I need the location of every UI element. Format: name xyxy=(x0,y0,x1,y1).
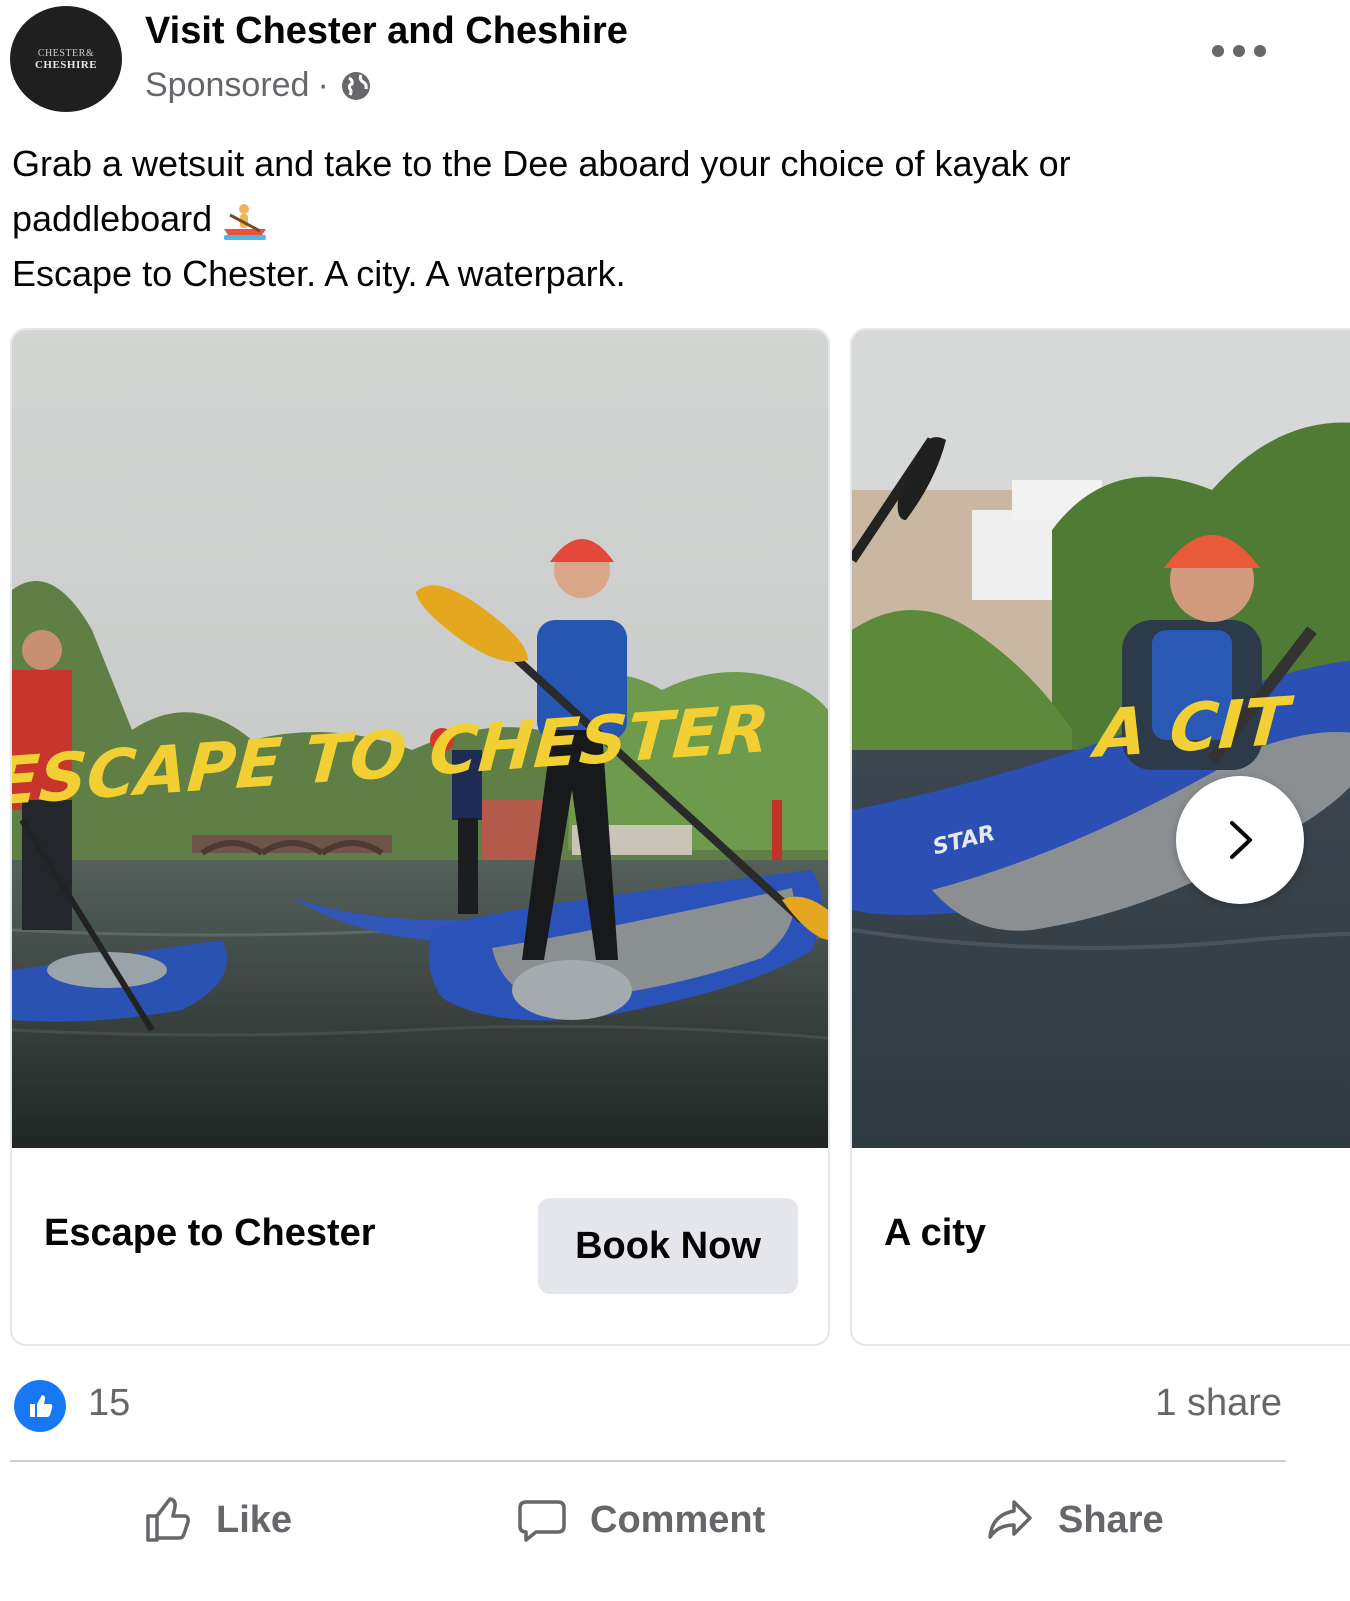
rowboat-emoji-icon xyxy=(224,204,267,241)
globe-icon xyxy=(341,71,370,100)
share-label: Share xyxy=(1058,1498,1164,1541)
comment-button[interactable]: Comment xyxy=(516,1488,765,1552)
card-1-image[interactable]: ESCAPE TO CHESTER xyxy=(12,330,828,1148)
like-count[interactable]: 15 xyxy=(88,1382,130,1425)
post-header: CHESTER& CHESHIRE Visit Chester and Ches… xyxy=(0,0,1350,120)
card-1-title[interactable]: Escape to Chester xyxy=(44,1212,376,1255)
post-meta: Sponsored · xyxy=(145,66,373,105)
share-count[interactable]: 1 share xyxy=(1155,1382,1282,1425)
chevron-right-glyph xyxy=(1230,821,1252,859)
sponsored-label[interactable]: Sponsored xyxy=(145,66,309,105)
post-text-line-2: paddleboard xyxy=(12,191,1332,246)
card-2-title[interactable]: A city xyxy=(884,1212,986,1255)
meta-separator: · xyxy=(317,66,329,104)
post-text-line-3: Escape to Chester. A city. A waterpark. xyxy=(12,253,626,294)
card-2-image[interactable]: STAR A CIT xyxy=(852,330,1350,1148)
card-1-footer: Escape to Chester Book Now xyxy=(12,1148,828,1344)
page-name-link[interactable]: Visit Chester and Cheshire xyxy=(145,10,628,53)
card-2-overlay-text: A CIT xyxy=(1088,682,1297,774)
share-button[interactable]: Share xyxy=(984,1488,1164,1552)
like-button[interactable]: Like xyxy=(142,1488,292,1552)
reactions-bar: 15 1 share xyxy=(0,1370,1350,1440)
page-avatar[interactable]: CHESTER& CHESHIRE xyxy=(10,6,122,112)
avatar-logo-line2: CHESHIRE xyxy=(34,58,98,71)
card-2-footer: A city xyxy=(852,1148,1350,1344)
avatar-logo-line1: CHESTER& xyxy=(37,47,95,59)
comment-label: Comment xyxy=(590,1498,766,1541)
carousel-card-1[interactable]: ESCAPE TO CHESTER Escape to Chester Book… xyxy=(10,328,830,1346)
post-text-line-2-text: paddleboard xyxy=(12,198,213,239)
like-label: Like xyxy=(216,1498,293,1541)
post-text-line-1: Grab a wetsuit and take to the Dee aboar… xyxy=(12,143,1071,184)
divider xyxy=(10,1460,1286,1462)
post-message: Grab a wetsuit and take to the Dee aboar… xyxy=(12,136,1332,301)
more-options-icon[interactable] xyxy=(1212,36,1266,66)
book-now-button[interactable]: Book Now xyxy=(538,1198,798,1294)
carousel: ESCAPE TO CHESTER Escape to Chester Book… xyxy=(0,328,1350,1350)
chevron-right-icon[interactable] xyxy=(1176,776,1304,904)
like-reaction-icon[interactable] xyxy=(14,1380,66,1432)
thumbs-up-icon xyxy=(146,1497,190,1542)
comment-icon xyxy=(518,1500,566,1542)
share-icon xyxy=(988,1500,1032,1539)
post-actions: Like Comment Share xyxy=(0,1470,1350,1570)
